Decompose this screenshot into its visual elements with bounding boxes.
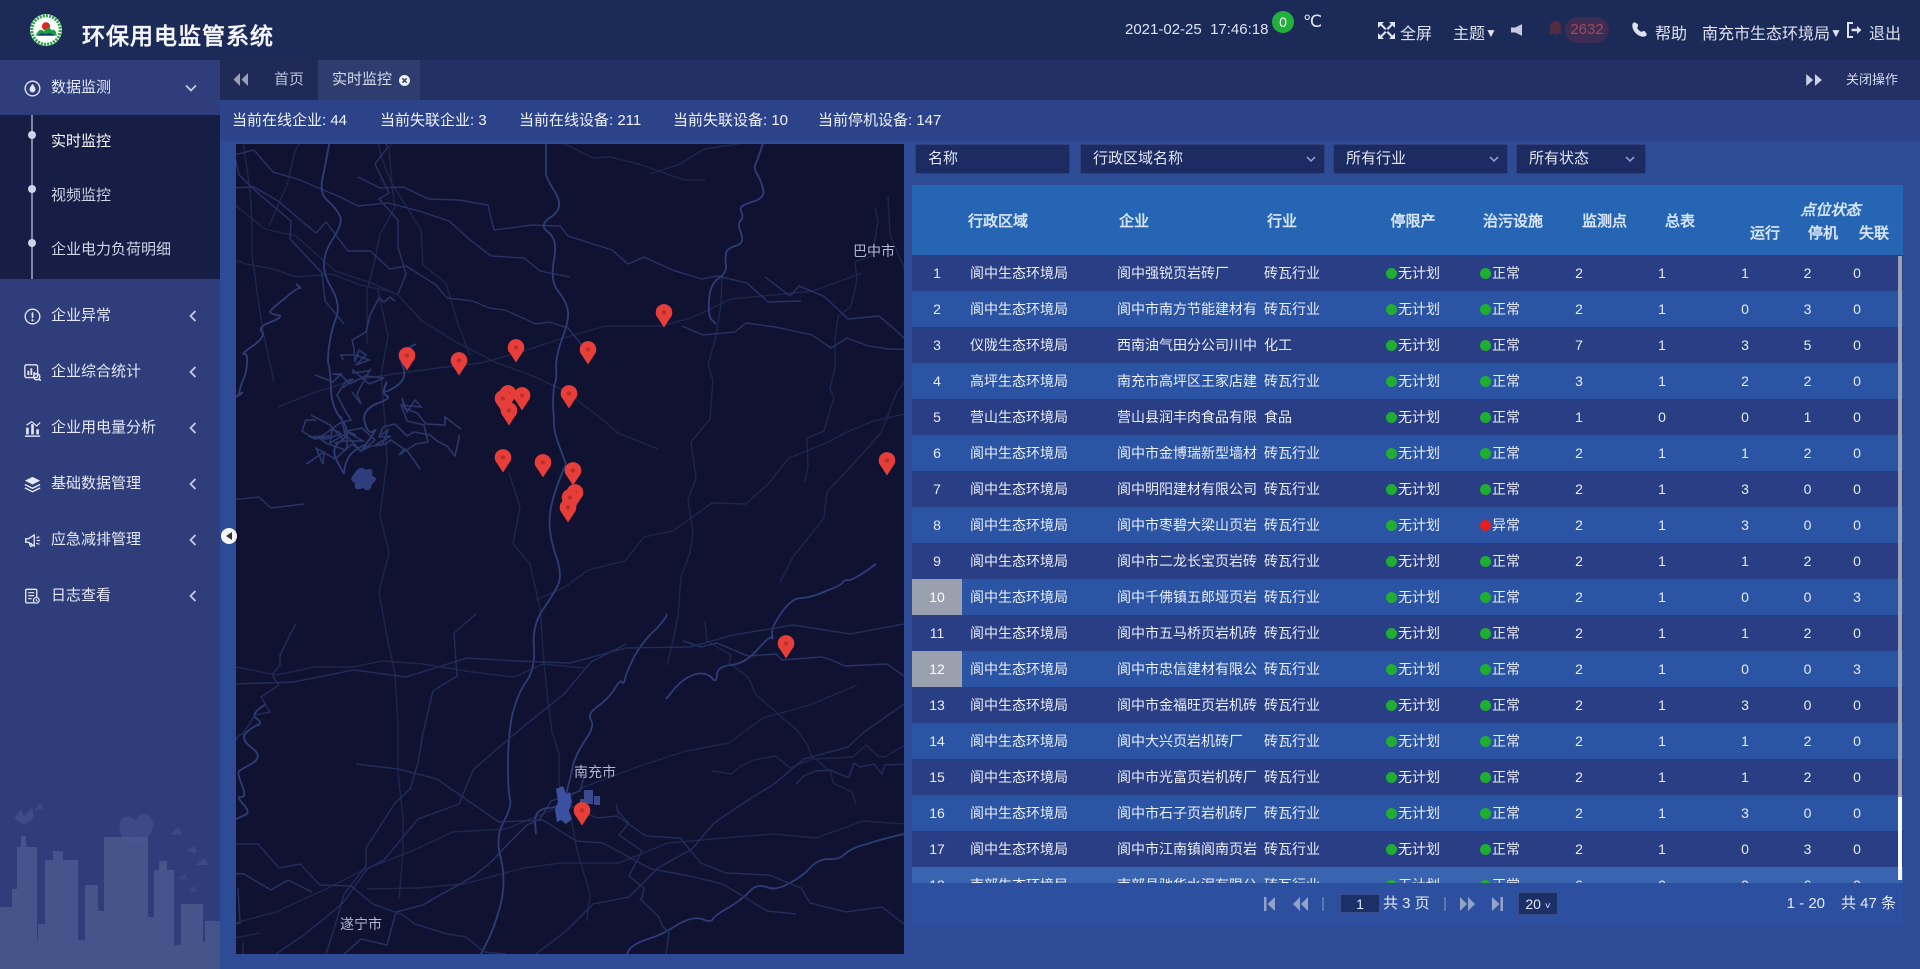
svg-text:遂宁市: 遂宁市: [340, 916, 382, 932]
svg-text:南充市: 南充市: [574, 764, 616, 780]
svg-text:巴中市: 巴中市: [853, 243, 895, 259]
